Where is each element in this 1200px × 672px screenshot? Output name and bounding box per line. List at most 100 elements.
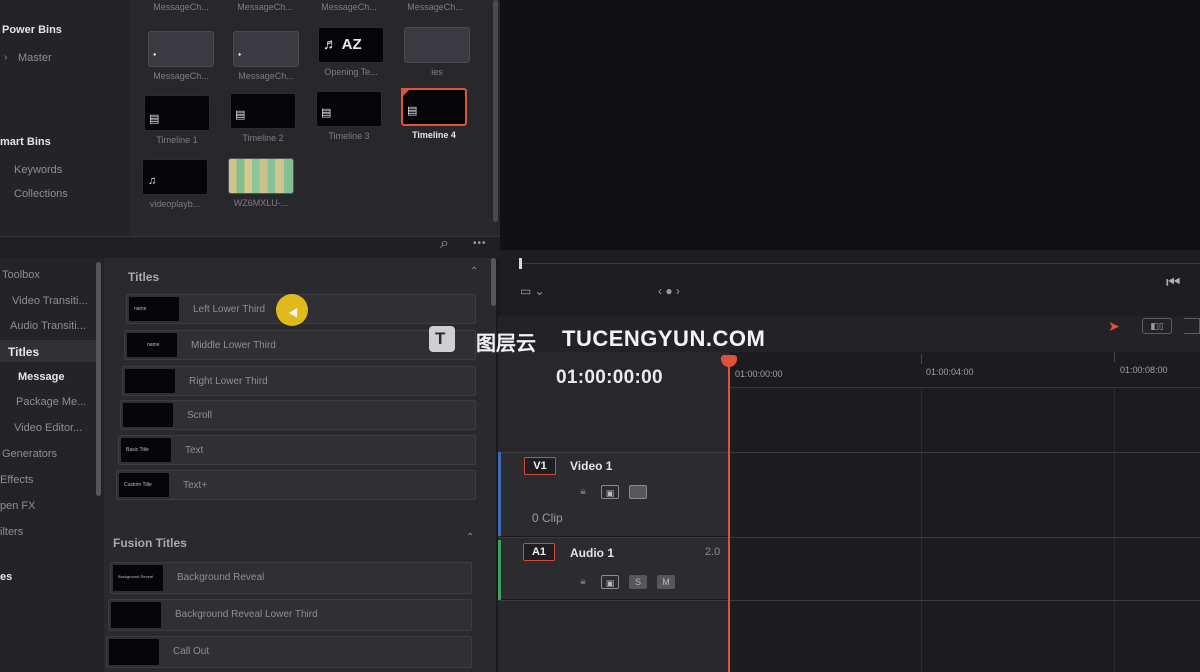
- title-thumbnail: [125, 369, 175, 393]
- clip-item[interactable]: ▤ Timeline 1: [144, 95, 216, 145]
- title-thumbnail: [123, 403, 173, 427]
- solo-button[interactable]: S: [629, 575, 647, 589]
- fx-item-favorites[interactable]: es: [0, 571, 12, 583]
- smart-bin-collections[interactable]: Collections: [14, 188, 68, 200]
- clip-name: Timeline 3: [328, 131, 370, 141]
- clip-name: Timeline 4: [412, 130, 456, 140]
- clip-item[interactable]: MessageCh...: [232, 0, 304, 12]
- viewer-controls: [500, 250, 1200, 316]
- audio-channel-format: 2.0: [705, 546, 721, 558]
- video-thumbnail: [228, 158, 294, 194]
- clip-name: WZ6MXLU-...: [233, 198, 289, 208]
- clip-item[interactable]: WZ6MXLU-...: [228, 158, 300, 208]
- clip-item[interactable]: ies: [404, 27, 476, 77]
- viewer-pager[interactable]: ‹ ● ›: [658, 284, 680, 298]
- title-label: Scroll: [187, 410, 213, 421]
- clip-item[interactable]: ♫ videoplayb...: [142, 159, 214, 209]
- clip-item[interactable]: ⬩ MessageCh...: [233, 31, 305, 81]
- ruler-tick: [921, 354, 922, 364]
- title-row-scroll[interactable]: Scroll: [120, 400, 476, 430]
- more-icon[interactable]: •••: [473, 238, 487, 249]
- fx-item-generators[interactable]: Generators: [2, 448, 57, 460]
- clip-name: Timeline 1: [156, 135, 198, 145]
- fx-item-video-editor[interactable]: Video Editor...: [14, 422, 82, 434]
- fx-item-message[interactable]: Message: [18, 371, 64, 383]
- fx-item-video-transitions[interactable]: Video Transiti...: [12, 295, 88, 307]
- track-id-a1[interactable]: A1: [523, 543, 555, 561]
- watermark-text-cn: 图层云: [476, 333, 536, 355]
- audio-thumbnail: ♫: [142, 159, 208, 195]
- fx-item-effects[interactable]: Effects: [0, 474, 33, 486]
- lock-icon[interactable]: 🔒︎: [574, 485, 592, 499]
- title-row-text-plus[interactable]: Custom Title Text+: [116, 470, 476, 500]
- mute-button[interactable]: M: [657, 575, 675, 589]
- clip-item[interactable]: ▤ Timeline 2: [230, 93, 302, 143]
- title-row-call-out[interactable]: Call Out: [106, 636, 472, 668]
- selection-tool-icon[interactable]: ➤: [1108, 318, 1120, 335]
- disable-track-icon[interactable]: [629, 485, 647, 499]
- fx-item-audio-transitions[interactable]: Audio Transiti...: [10, 320, 86, 332]
- auto-select-icon[interactable]: ▣: [601, 575, 619, 589]
- viewer-scrubber-handle[interactable]: [519, 258, 522, 269]
- clip-item[interactable]: ♬ AZ Opening Te...: [318, 27, 390, 77]
- track-name-video-1[interactable]: Video 1: [570, 459, 612, 473]
- clip-name: Opening Te...: [324, 67, 378, 77]
- playhead-line[interactable]: [728, 362, 730, 672]
- power-bins-header: Power Bins: [2, 24, 62, 36]
- title-row-middle-lower-third[interactable]: name Middle Lower Third: [124, 330, 476, 360]
- clip-name: ies: [431, 67, 443, 77]
- titles-scrollbar[interactable]: [491, 258, 496, 306]
- clip-item[interactable]: MessageCh...: [316, 0, 388, 12]
- chevron-right-icon[interactable]: ›: [4, 52, 7, 63]
- track-id-v1[interactable]: V1: [524, 457, 556, 475]
- smart-bin-keywords[interactable]: Keywords: [14, 164, 62, 176]
- timeline-thumbnail: ▤: [316, 91, 382, 127]
- bin-master[interactable]: Master: [18, 52, 52, 64]
- ruler-label: 01:00:04:00: [926, 367, 974, 377]
- title-thumbnail: Background Reveal: [113, 565, 163, 591]
- clip-thumbnail: ⬩: [148, 31, 214, 67]
- music-title-icon: ♬ AZ: [323, 36, 362, 53]
- title-label: Left Lower Third: [193, 304, 266, 315]
- lock-icon[interactable]: 🔒︎: [574, 575, 592, 589]
- title-row-background-reveal[interactable]: Background Reveal Background Reveal: [110, 562, 472, 594]
- collapse-icon[interactable]: ⌃: [470, 266, 478, 277]
- clip-item[interactable]: MessageCh...: [402, 0, 474, 12]
- clip-item[interactable]: MessageCh...: [148, 0, 220, 12]
- trim-tool-icon[interactable]: ◧▯: [1142, 318, 1172, 334]
- effects-toolbar: [0, 236, 500, 258]
- title-label: Middle Lower Third: [191, 340, 276, 351]
- timeline-icon: ▤: [407, 105, 418, 117]
- fx-item-package[interactable]: Package Me...: [16, 396, 86, 408]
- title-row-text[interactable]: Basic Title Text: [118, 435, 476, 465]
- title-row-right-lower-third[interactable]: Right Lower Third: [122, 366, 476, 396]
- auto-select-icon[interactable]: ▣: [601, 485, 619, 499]
- fx-item-titles[interactable]: Titles: [8, 345, 39, 359]
- clip-item[interactable]: ⬩ MessageCh...: [148, 31, 220, 81]
- timeline-thumbnail: ▤: [144, 95, 210, 131]
- viewer-scrubber-track[interactable]: [520, 263, 1200, 264]
- clip-name: MessageCh...: [238, 71, 294, 81]
- blade-tool-icon[interactable]: [1184, 318, 1200, 334]
- track-name-audio-1[interactable]: Audio 1: [570, 546, 614, 560]
- media-pool-scrollbar[interactable]: [493, 0, 498, 222]
- title-label: Right Lower Third: [189, 376, 268, 387]
- viewer-layout-icon[interactable]: ▭ ⌄: [520, 284, 545, 298]
- ruler-label: 01:00:08:00: [1120, 365, 1168, 375]
- fx-item-open-fx[interactable]: pen FX: [0, 500, 35, 512]
- fx-item-toolbox[interactable]: Toolbox: [2, 269, 40, 281]
- timeline-timecode[interactable]: 01:00:00:00: [556, 367, 663, 389]
- skip-to-start-icon[interactable]: ⏮: [1166, 274, 1180, 292]
- clip-item-selected[interactable]: ▤ Timeline 4: [401, 88, 473, 140]
- search-icon[interactable]: ⌕: [440, 235, 449, 253]
- fx-item-filters[interactable]: ilters: [0, 526, 23, 538]
- title-row-background-reveal-lower-third[interactable]: Background Reveal Lower Third: [108, 599, 472, 631]
- title-label: Text+: [183, 480, 208, 491]
- effects-sidebar-scrollbar[interactable]: [96, 262, 101, 496]
- watermark-text-en: TUCENGYUN.COM: [562, 326, 766, 351]
- clip-item[interactable]: ▤ Timeline 3: [316, 91, 388, 141]
- title-icon: ⬩: [153, 49, 157, 59]
- collapse-icon[interactable]: ⌃: [466, 532, 474, 543]
- timeline-tracks-area[interactable]: [730, 388, 1200, 672]
- track-divider: [498, 600, 1200, 601]
